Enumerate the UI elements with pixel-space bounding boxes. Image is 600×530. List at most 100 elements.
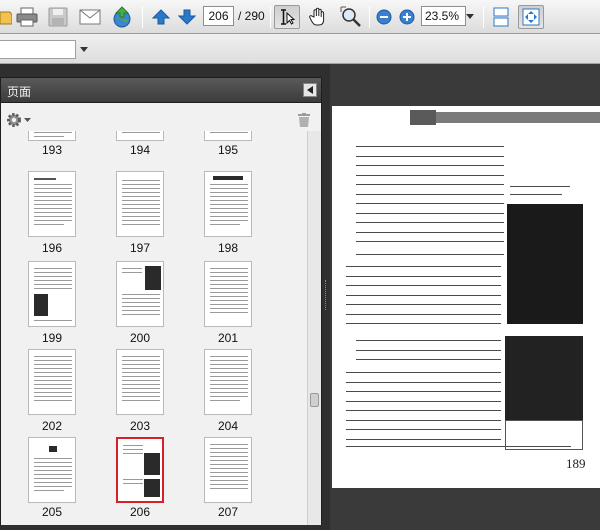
text-line <box>510 186 570 187</box>
main-toolbar: 206 / 290 23.5% <box>0 0 600 34</box>
book-cover-image <box>507 204 583 324</box>
text-line <box>356 193 504 195</box>
page-thumbnail-label: 195 <box>217 143 239 157</box>
text-line <box>346 275 501 277</box>
text-line <box>346 304 501 305</box>
page-thumbnail-label: 197 <box>129 241 151 255</box>
text-line <box>346 438 501 440</box>
zoom-in-icon[interactable] <box>397 5 417 29</box>
collapse-panel-button[interactable] <box>303 83 317 97</box>
page-thumbnail[interactable] <box>116 131 164 141</box>
text-line <box>356 155 504 157</box>
page-thumbnail[interactable] <box>204 261 252 327</box>
fit-page-icon[interactable] <box>518 5 544 29</box>
select-text-tool-icon[interactable] <box>274 5 300 29</box>
text-line <box>356 359 501 360</box>
page-thumbnail-label: 205 <box>41 505 63 519</box>
find-toolbar <box>0 34 600 64</box>
text-line <box>356 254 504 255</box>
page-thumbnail-label: 199 <box>41 331 63 345</box>
splitter-grip[interactable] <box>325 280 327 310</box>
text-line <box>356 184 504 185</box>
text-line <box>356 349 501 351</box>
text-line <box>356 231 504 233</box>
page-header-tab <box>410 110 436 125</box>
page-thumbnail[interactable] <box>28 131 76 141</box>
options-button[interactable] <box>5 111 31 129</box>
trash-icon <box>298 113 310 127</box>
page-number-input[interactable]: 206 <box>203 6 234 26</box>
text-line <box>346 323 501 324</box>
delete-page-button[interactable] <box>298 112 310 131</box>
text-line <box>346 313 501 315</box>
text-line <box>346 372 501 373</box>
page-thumbnail-selected[interactable] <box>116 437 164 503</box>
page-thumbnail[interactable] <box>28 437 76 503</box>
find-input[interactable] <box>0 40 76 59</box>
page-thumbnail-label: 206 <box>129 505 151 519</box>
print-icon[interactable] <box>15 5 39 29</box>
page-thumbnail-label: 198 <box>217 241 239 255</box>
text-line <box>356 222 504 223</box>
page-thumbnail[interactable] <box>116 349 164 415</box>
text-line <box>346 410 501 411</box>
page-thumbnail[interactable] <box>116 261 164 327</box>
page-thumbnail-label: 201 <box>217 331 239 345</box>
text-line <box>356 212 504 214</box>
text-line <box>510 194 562 195</box>
page-thumbnail[interactable] <box>28 261 76 327</box>
thumbnail-grid: 193 194 195 196 197 198 199 200 201 202 … <box>1 131 307 525</box>
page-thumbnail-label: 194 <box>129 143 151 157</box>
text-line <box>356 340 501 341</box>
text-line <box>346 285 501 286</box>
page-thumbnail[interactable] <box>204 349 252 415</box>
pages-panel: 193 194 195 196 197 198 199 200 201 202 … <box>0 103 322 525</box>
page-total-label: / 290 <box>238 9 265 23</box>
save-icon[interactable] <box>46 5 70 29</box>
page-running-header <box>410 112 600 123</box>
find-dropdown-chevron-icon[interactable] <box>78 40 89 59</box>
gear-icon <box>7 113 21 127</box>
zoom-out-icon[interactable] <box>374 5 394 29</box>
zoom-dropdown-chevron-icon[interactable] <box>464 6 475 26</box>
open-folder-icon[interactable] <box>0 5 12 29</box>
page-thumbnail[interactable] <box>204 171 252 237</box>
page-thumbnail[interactable] <box>204 437 252 503</box>
marquee-zoom-icon[interactable] <box>338 5 364 29</box>
next-page-arrow-icon[interactable] <box>177 5 197 29</box>
page-thumbnail-label: 193 <box>41 143 63 157</box>
text-line <box>346 419 501 421</box>
scrollbar-thumb[interactable] <box>310 393 319 407</box>
text-line <box>346 266 501 267</box>
gear-dropdown-chevron-icon <box>24 118 31 122</box>
zoom-level-input[interactable]: 23.5% <box>421 6 466 26</box>
text-line <box>346 446 571 447</box>
pages-panel-title: 页面 <box>7 85 32 99</box>
page-thumbnail[interactable] <box>116 171 164 237</box>
text-line <box>346 400 501 402</box>
thumbnail-scrollbar[interactable] <box>307 131 321 525</box>
text-line <box>356 203 504 204</box>
chevron-left-icon <box>307 86 313 94</box>
text-line <box>356 241 504 242</box>
document-page-number: 189 <box>566 456 586 471</box>
email-icon[interactable] <box>78 5 102 29</box>
pages-panel-header: 页面 <box>0 77 322 103</box>
page-thumbnail[interactable] <box>204 131 252 141</box>
text-line <box>346 391 501 392</box>
text-line <box>356 146 504 147</box>
share-globe-icon[interactable] <box>109 5 135 29</box>
hand-tool-icon[interactable] <box>306 5 330 29</box>
page-thumbnail-label: 202 <box>41 419 63 433</box>
page-thumbnail-label: 204 <box>217 419 239 433</box>
page-thumbnail-label: 207 <box>217 505 239 519</box>
previous-page-arrow-icon[interactable] <box>151 5 171 29</box>
text-line <box>346 381 501 383</box>
scrolling-mode-icon[interactable] <box>489 5 513 29</box>
text-line <box>356 165 504 166</box>
book-cover-image <box>505 336 583 420</box>
page-thumbnail[interactable] <box>28 171 76 237</box>
text-line <box>346 294 501 296</box>
page-thumbnail[interactable] <box>28 349 76 415</box>
page-thumbnail-label: 203 <box>129 419 151 433</box>
